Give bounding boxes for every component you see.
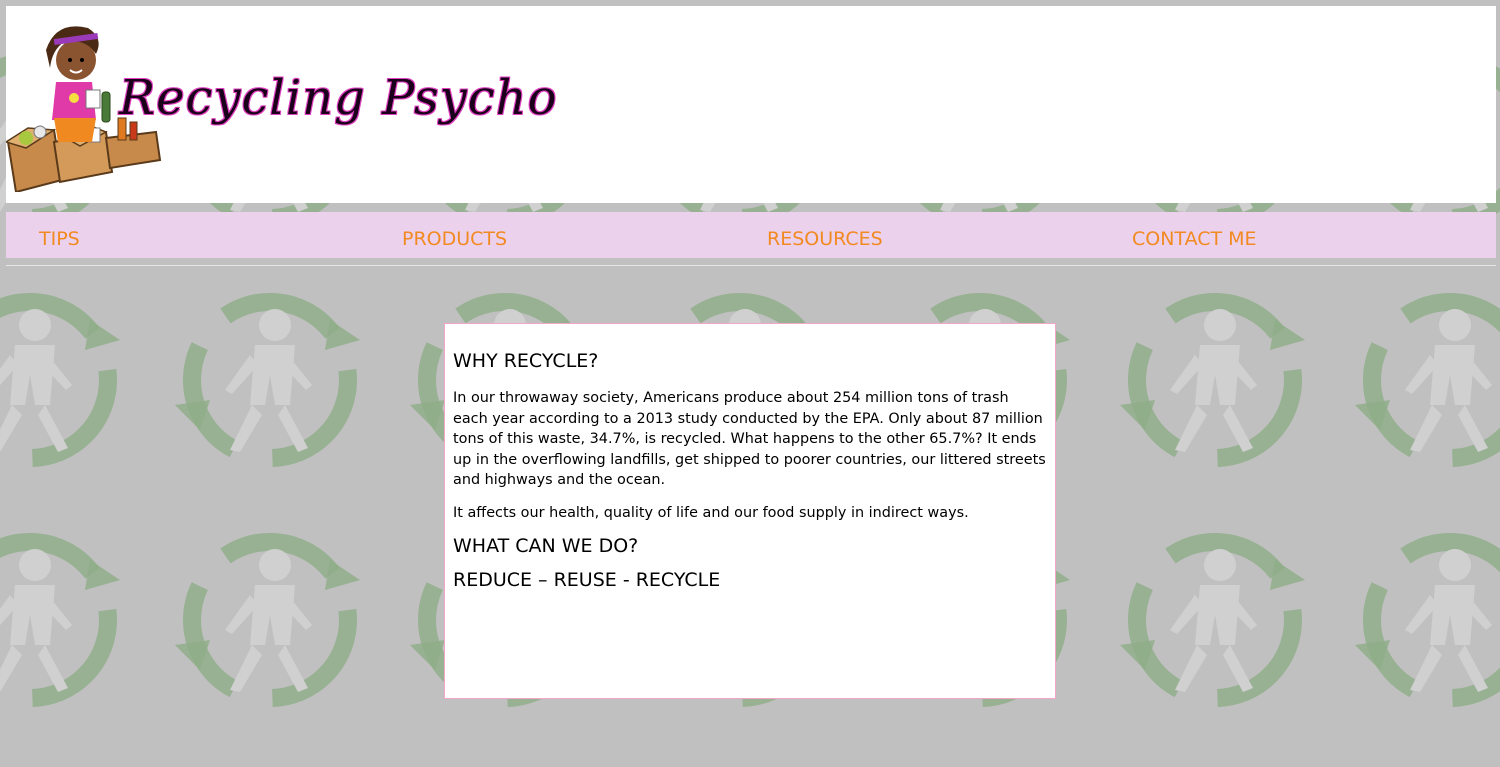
main-nav: TIPS PRODUCTS RESOURCES CONTACT ME xyxy=(6,212,1496,258)
main-content-box: WHY RECYCLE? In our throwaway society, A… xyxy=(444,323,1056,699)
nav-item-products[interactable]: PRODUCTS xyxy=(402,228,507,250)
site-header: Recycling Psycho xyxy=(6,6,1496,203)
nav-item-resources[interactable]: RESOURCES xyxy=(767,228,883,250)
site-title[interactable]: Recycling Psycho xyxy=(119,70,557,126)
intro-paragraph: In our throwaway society, Americans prod… xyxy=(453,390,1046,488)
impact-paragraph: It affects our health, quality of life a… xyxy=(453,504,969,521)
what-can-we-do-heading: WHAT CAN WE DO? xyxy=(453,535,639,557)
why-recycle-heading: WHY RECYCLE? xyxy=(453,350,599,372)
slogan-text: REDUCE – REUSE - RECYCLE xyxy=(453,569,721,591)
nav-item-contact-me[interactable]: CONTACT ME xyxy=(1132,228,1257,250)
nav-divider xyxy=(6,265,1496,266)
nav-item-tips[interactable]: TIPS xyxy=(39,228,80,250)
